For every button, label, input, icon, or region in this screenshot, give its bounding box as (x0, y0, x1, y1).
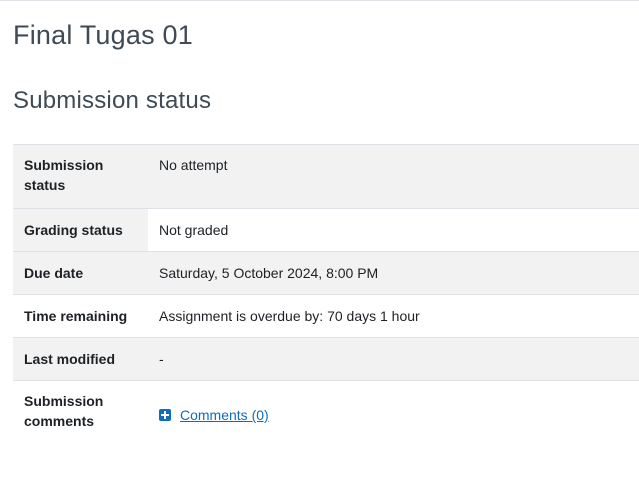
submission-status-row: Submission status No attempt (13, 145, 639, 209)
comments-link-text[interactable]: Comments (0) (180, 405, 269, 425)
time-remaining-row: Time remaining Assignment is overdue by:… (13, 295, 639, 338)
section-title: Submission status (13, 87, 212, 114)
page-title: Final Tugas 01 (13, 20, 193, 50)
grading-status-value: Not graded (148, 209, 639, 251)
plus-square-icon[interactable] (159, 409, 171, 421)
due-date-value: Saturday, 5 October 2024, 8:00 PM (159, 265, 379, 281)
comments-link[interactable]: Comments (0) (159, 405, 269, 425)
time-remaining-label: Time remaining (24, 308, 128, 324)
top-divider (0, 0, 639, 1)
submission-comments-value: Comments (0) (148, 381, 639, 445)
last-modified-value: - (159, 351, 164, 367)
submission-comments-row: Submission comments Comments (0) (13, 381, 639, 445)
due-date-label: Due date (24, 265, 84, 281)
submission-status-value: No attempt (159, 157, 228, 173)
submission-status-table: Submission status No attempt Grading sta… (13, 144, 639, 445)
due-date-row: Due date Saturday, 5 October 2024, 8:00 … (13, 252, 639, 295)
last-modified-row: Last modified - (13, 338, 639, 381)
grading-status-row: Grading status Not graded (13, 209, 639, 252)
time-remaining-value: Assignment is overdue by: 70 days 1 hour (159, 308, 420, 324)
last-modified-label: Last modified (24, 351, 116, 367)
grading-status-label: Grading status (24, 222, 123, 238)
submission-comments-label: Submission comments (24, 393, 104, 429)
submission-status-label: Submission status (24, 157, 104, 193)
